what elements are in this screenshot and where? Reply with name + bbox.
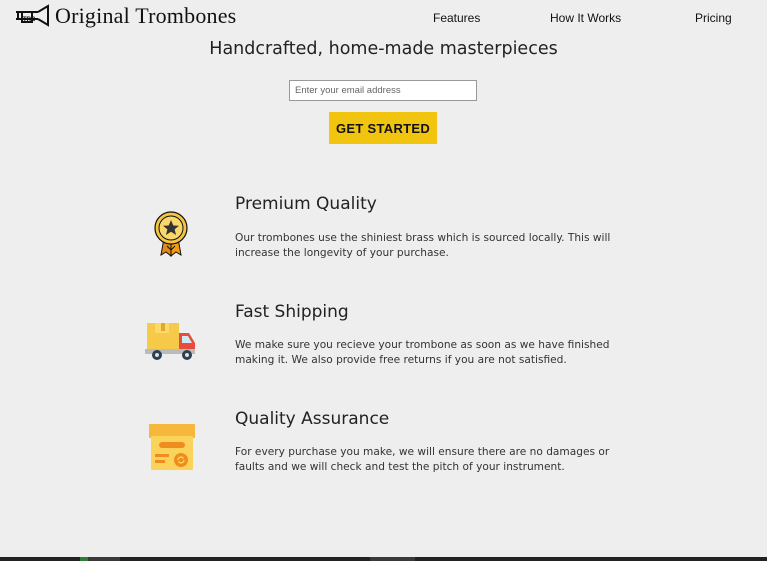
delivery-truck-icon (145, 323, 195, 360)
feature-description: Our trombones use the shiniest brass whi… (235, 232, 611, 259)
product-box-icon (149, 424, 195, 470)
bottom-bar-segment (370, 557, 415, 561)
logo[interactable]: TRB Original Trombones (14, 3, 236, 29)
nav-link-features[interactable]: Features (433, 11, 480, 25)
feature-description: We make sure you recieve your trombone a… (235, 339, 610, 366)
svg-text:TRB: TRB (23, 17, 36, 23)
feature-description: For every purchase you make, we will ens… (235, 446, 610, 473)
feature-title: Quality Assurance (235, 409, 390, 429)
email-input[interactable] (289, 80, 477, 101)
hero-title: Handcrafted, home-made masterpieces (209, 39, 558, 59)
nav-link-pricing[interactable]: Pricing (695, 11, 732, 25)
feature-title: Premium Quality (235, 194, 377, 214)
site-header: TRB Original Trombones Features How It W… (0, 0, 767, 34)
logo-text: Original Trombones (55, 3, 237, 28)
medal-icon (154, 211, 188, 258)
bottom-bar (0, 557, 767, 561)
trombone-logo-icon: TRB (16, 4, 49, 27)
get-started-button[interactable]: GET STARTED (329, 112, 437, 144)
bottom-bar-segment (80, 557, 120, 561)
feature-title: Fast Shipping (235, 302, 349, 322)
nav-link-how-it-works[interactable]: How It Works (550, 11, 621, 25)
